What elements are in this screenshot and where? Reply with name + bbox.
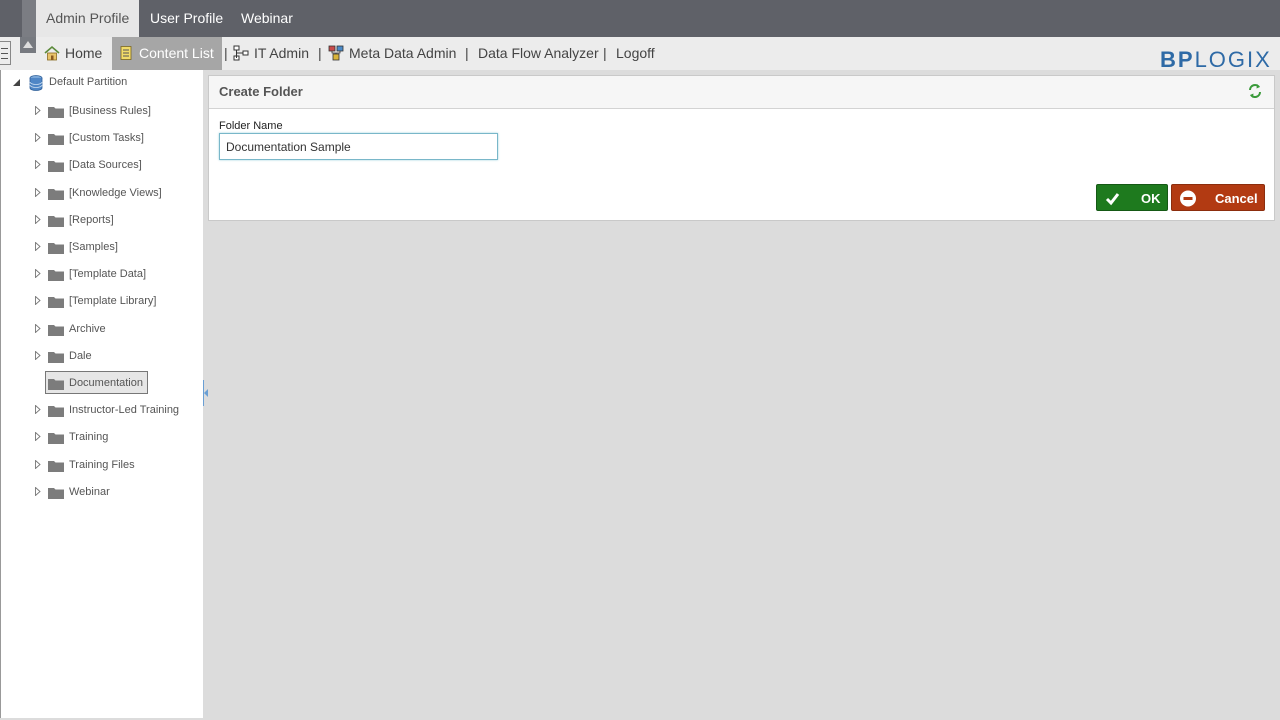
nav-data-flow-analyzer-label: Data Flow Analyzer: [478, 45, 599, 61]
tree-item-label: Instructor-Led Training: [69, 404, 180, 416]
nav-logoff[interactable]: Logoff: [616, 37, 655, 70]
profile-bar-handle[interactable]: [22, 0, 36, 37]
tree-item-label: Webinar: [69, 486, 110, 498]
tree-item-label: [Samples]: [69, 241, 118, 253]
database-icon: [29, 75, 43, 91]
expand-arrow-icon[interactable]: [35, 460, 41, 469]
tree-item-label: [Business Rules]: [69, 105, 151, 117]
tree-item-label: Archive: [69, 323, 106, 335]
nav-meta-data-admin-label: Meta Data Admin: [349, 45, 457, 61]
folder-icon: [48, 134, 64, 145]
expand-arrow-icon[interactable]: [35, 405, 41, 414]
nav-separator: |: [318, 45, 322, 61]
panel-title: Create Folder: [219, 84, 303, 99]
collapse-up-icon[interactable]: [20, 37, 36, 53]
logo-bp: BP: [1160, 47, 1195, 72]
cancel-button-label: Cancel: [1215, 191, 1258, 206]
tree-item-label: [Knowledge Views]: [69, 187, 162, 199]
nav-meta-data-admin[interactable]: Meta Data Admin: [328, 37, 456, 70]
content-list-icon: [120, 46, 132, 60]
tree-root-label: Default Partition: [49, 76, 128, 88]
meta-data-icon: [328, 45, 344, 61]
folder-icon: [48, 270, 64, 281]
menu-grip-icon[interactable]: [0, 41, 11, 65]
content-tree: Default Partition [Business Rules] [Custo…: [0, 70, 203, 718]
tree-item-label: [Template Library]: [69, 295, 157, 307]
tab-admin-profile[interactable]: Admin Profile: [36, 0, 140, 37]
expand-arrow-icon[interactable]: [35, 324, 41, 333]
tree-item-label: Training Files: [69, 459, 135, 471]
expand-icon[interactable]: [13, 79, 20, 86]
folder-icon: [48, 433, 64, 444]
folder-icon: [48, 297, 64, 308]
nav-home-label: Home: [65, 45, 103, 61]
folder-name-input[interactable]: [219, 133, 498, 160]
minus-circle-icon: [1180, 190, 1196, 207]
home-icon: [44, 45, 60, 61]
main-nav: Home Content List | IT Admin | Meta Data…: [0, 37, 1280, 70]
nav-separator: |: [603, 45, 607, 61]
tree-item-label: [Data Sources]: [69, 159, 142, 171]
folder-icon: [48, 379, 64, 390]
tree-item-label: Documentation: [69, 377, 143, 389]
nav-separator: |: [465, 45, 469, 61]
nav-separator: |: [224, 45, 228, 61]
nav-logoff-label: Logoff: [616, 45, 655, 61]
bplogix-logo: BPLOGIX: [1160, 47, 1272, 73]
folder-icon: [48, 243, 64, 254]
logo-logix: LOGIX: [1194, 47, 1272, 72]
panel-header: Create Folder: [209, 76, 1274, 109]
expand-arrow-icon[interactable]: [35, 160, 41, 169]
sidebar-splitter[interactable]: [203, 380, 209, 406]
folder-icon: [48, 107, 64, 118]
folder-icon: [48, 216, 64, 227]
expand-arrow-icon[interactable]: [35, 215, 41, 224]
folder-icon: [48, 461, 64, 472]
tree-item-label: [Template Data]: [69, 268, 147, 280]
folder-name-label: Folder Name: [219, 120, 283, 132]
ok-button[interactable]: OK: [1096, 184, 1168, 211]
create-folder-panel: Create Folder Folder Name OK Cancel: [208, 75, 1275, 221]
expand-arrow-icon[interactable]: [35, 296, 41, 305]
nav-content-list[interactable]: Content List: [112, 37, 222, 70]
nav-content-list-label: Content List: [139, 45, 214, 61]
nav-it-admin[interactable]: IT Admin: [233, 37, 309, 70]
tab-user-profile[interactable]: User Profile: [140, 0, 233, 37]
folder-icon: [48, 325, 64, 336]
tree-item-label: [Custom Tasks]: [69, 132, 144, 144]
expand-arrow-icon[interactable]: [35, 269, 41, 278]
it-admin-icon: [233, 45, 249, 61]
folder-icon: [48, 352, 64, 363]
profile-bar: Admin Profile User Profile Webinar: [0, 0, 1280, 37]
folder-icon: [48, 406, 64, 417]
tree-item-label: Dale: [69, 350, 92, 362]
ok-button-label: OK: [1141, 191, 1161, 206]
tree-item-label: [Reports]: [69, 214, 114, 226]
expand-arrow-icon[interactable]: [35, 133, 41, 142]
nav-home[interactable]: Home: [44, 37, 102, 70]
refresh-icon[interactable]: [1246, 82, 1264, 100]
nav-data-flow-analyzer[interactable]: Data Flow Analyzer: [478, 37, 599, 70]
expand-arrow-icon[interactable]: [35, 432, 41, 441]
tab-webinar[interactable]: Webinar: [231, 0, 303, 37]
tree-item-label: Training: [69, 431, 109, 443]
checkmark-icon: [1105, 193, 1120, 206]
folder-icon: [48, 189, 64, 200]
folder-icon: [48, 488, 64, 499]
expand-arrow-icon[interactable]: [35, 106, 41, 115]
cancel-button[interactable]: Cancel: [1171, 184, 1265, 211]
expand-arrow-icon[interactable]: [35, 487, 41, 496]
folder-icon: [48, 161, 64, 172]
expand-arrow-icon[interactable]: [35, 242, 41, 251]
nav-it-admin-label: IT Admin: [254, 45, 309, 61]
expand-arrow-icon[interactable]: [35, 188, 41, 197]
expand-arrow-icon[interactable]: [35, 351, 41, 360]
